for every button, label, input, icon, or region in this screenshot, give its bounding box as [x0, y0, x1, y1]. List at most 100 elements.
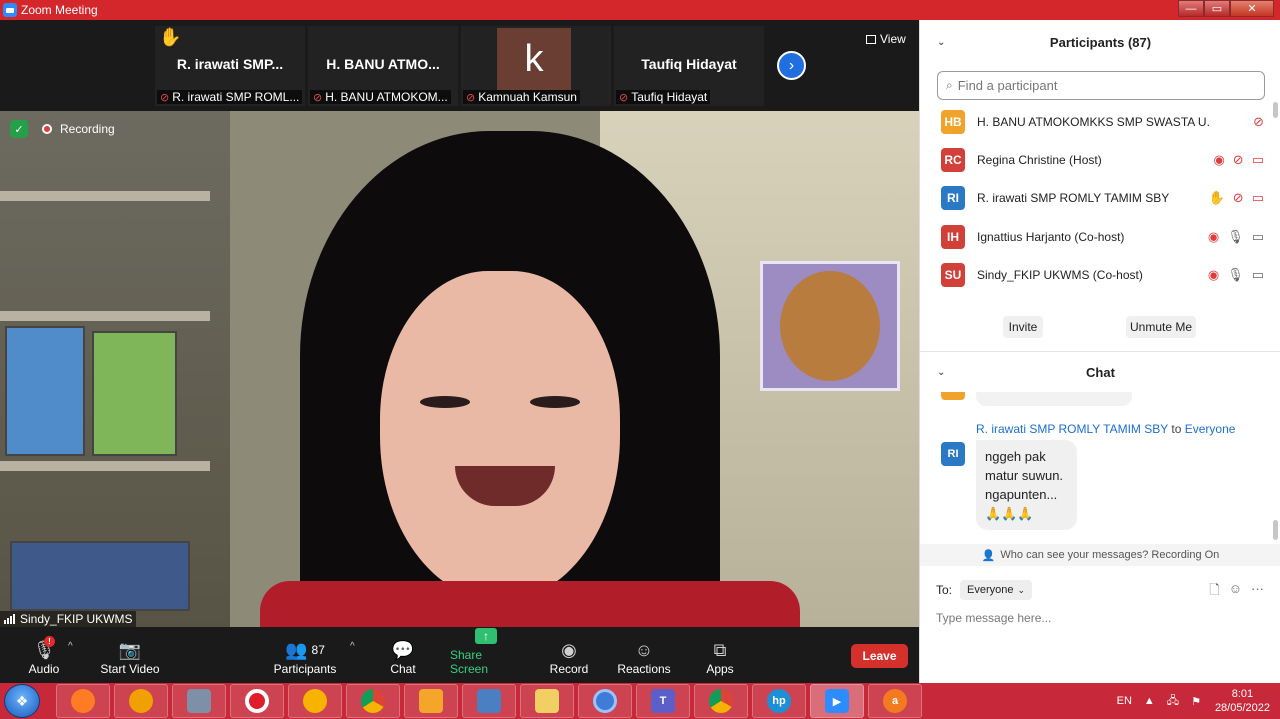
browser-taskbar-button[interactable] [114, 684, 168, 718]
zoom-logo-icon [3, 3, 17, 17]
view-button[interactable]: View [866, 32, 906, 46]
start-video-button[interactable]: 📷 Start Video [97, 627, 163, 683]
participant-tile[interactable]: H. BANU ATMO... ⊘ H. BANU ATMOKOM... [308, 26, 458, 106]
security-shield-icon[interactable]: ✓ [10, 120, 28, 138]
recording-indicator[interactable]: Recording [42, 122, 115, 136]
windows-start-icon[interactable]: ❖ [4, 684, 40, 718]
shelf [0, 311, 210, 321]
participant-row[interactable]: RC Regina Christine (Host) ◉ ⊘ ▭ [920, 141, 1270, 179]
audio-button[interactable]: 🎙 Audio [24, 627, 64, 683]
unmute-me-button[interactable]: Unmute Me [1126, 316, 1196, 338]
apps-button[interactable]: ⧉ Apps [700, 627, 740, 683]
firefox-taskbar-button[interactable] [56, 684, 110, 718]
chat-icon: 💬 [391, 639, 415, 660]
more-icon[interactable]: ··· [1251, 581, 1264, 603]
chat-to-word: to [1171, 422, 1182, 436]
avast-icon: a [883, 689, 907, 713]
participant-name: Regina Christine (Host) [977, 153, 1102, 167]
share-screen-button[interactable]: ↑ Share Screen [450, 627, 522, 683]
browser2-taskbar-button[interactable] [288, 684, 342, 718]
chrome-taskbar-button[interactable] [346, 684, 400, 718]
chat-visibility-note[interactable]: 👤 Who can see your messages? Recording O… [920, 544, 1280, 566]
chat-tools: 🗋 ☺ ··· [1200, 581, 1264, 603]
language-indicator[interactable]: EN [1117, 695, 1132, 707]
participants-button[interactable]: 👥 87 Participants [272, 627, 338, 683]
share-screen-icon: ↑ [475, 628, 497, 644]
avast-taskbar-button[interactable]: a [868, 684, 922, 718]
participant-tile[interactable]: ✋ R. irawati SMP... ⊘ R. irawati SMP ROM… [155, 26, 305, 106]
participant-name: R. irawati SMP ROMLY TAMIM SBY [977, 191, 1170, 205]
tile-caption: ⊘ Kamnuah Kamsun [463, 90, 580, 104]
tile-caption: ⊘ R. irawati SMP ROML... [157, 90, 303, 104]
tile-caption-text: H. BANU ATMOKOM... [325, 90, 448, 104]
chrome2-taskbar-button[interactable] [694, 684, 748, 718]
flag-tray-icon[interactable]: ⚑ [1191, 695, 1201, 708]
reactions-icon: ☺ [634, 639, 654, 660]
participants-count: 87 [311, 643, 325, 657]
mic-muted-icon: ⊘ [1232, 190, 1244, 205]
book [10, 541, 190, 611]
close-button[interactable]: ✕ [1230, 0, 1274, 17]
media-player-taskbar-button[interactable] [404, 684, 458, 718]
chat-label: Chat [390, 662, 416, 676]
participant-status: ◉ 🎙 ▭ [1200, 229, 1264, 245]
participant-tile[interactable]: Taufiq Hidayat ⊘ Taufiq Hidayat [614, 26, 764, 106]
play-icon [419, 689, 443, 713]
participant-row[interactable]: IH Ignattius Harjanto (Co-host) ◉ 🎙 ▭ [920, 218, 1270, 256]
opera-taskbar-button[interactable] [230, 684, 284, 718]
participant-search-input[interactable]: ⌕ Find a participant [937, 71, 1265, 100]
audio-options-chevron-icon[interactable]: ^ [68, 641, 73, 652]
hp-taskbar-button[interactable]: hp [752, 684, 806, 718]
chevron-down-icon: ⌄ [1017, 584, 1026, 595]
network-tray-icon[interactable]: 🖧 [1167, 692, 1179, 711]
record-button[interactable]: ◉ Record [546, 627, 592, 683]
shield-browser-icon [129, 689, 153, 713]
chat-sender[interactable]: R. irawati SMP ROMLY TAMIM SBY [976, 422, 1168, 436]
emoji-icon[interactable]: ☺ [1229, 581, 1242, 603]
participant-tile[interactable]: k ⊘ Kamnuah Kamsun [461, 26, 611, 106]
recipient-select[interactable]: Everyone ⌄ [960, 580, 1033, 600]
share-screen-label: Share Screen [450, 648, 489, 676]
video-off-icon: ▭ [1251, 190, 1264, 205]
chat-recipient[interactable]: Everyone [1185, 422, 1236, 436]
zoom-taskbar-button[interactable]: ▶ [810, 684, 864, 718]
teams-taskbar-button[interactable]: T [636, 684, 690, 718]
hp-icon: hp [767, 689, 791, 713]
tray-expand-icon[interactable]: ▲ [1144, 695, 1155, 707]
file-icon[interactable]: 🗋 [1209, 581, 1219, 603]
invite-button[interactable]: Invite [1003, 316, 1043, 338]
reactions-button[interactable]: ☺ Reactions [614, 627, 674, 683]
chromium-icon [593, 689, 617, 713]
mic-muted-icon: ⊘ [1253, 114, 1264, 129]
clock-time: 8:01 [1231, 688, 1254, 700]
collapse-chevron-icon[interactable]: ⌄ [937, 37, 945, 48]
participant-row[interactable]: RI R. irawati SMP ROMLY TAMIM SBY ✋ ⊘ ▭ [920, 179, 1270, 217]
clock[interactable]: 8:01 28/05/2022 [1215, 687, 1270, 715]
chromium-taskbar-button[interactable] [578, 684, 632, 718]
mic-icon: 🎙 [1227, 267, 1244, 282]
computer-taskbar-button[interactable] [172, 684, 226, 718]
next-page-button[interactable]: › [777, 51, 806, 80]
participant-row[interactable]: HB H. BANU ATMOKOMKKS SMP SWASTA U... (M… [920, 103, 1270, 141]
maximize-button[interactable]: ▭ [1204, 0, 1230, 17]
participant-row[interactable]: SU Sindy_FKIP UKWMS (Co-host) ◉ 🎙 ▭ [920, 256, 1270, 294]
network-taskbar-button[interactable] [462, 684, 516, 718]
collapse-chevron-icon[interactable]: ⌄ [937, 367, 945, 378]
leave-button[interactable]: Leave [851, 644, 908, 668]
chat-button[interactable]: 💬 Chat [380, 627, 426, 683]
participants-title: Participants (87) [1049, 34, 1152, 50]
participant-name: H. BANU ATMOKOMKKS SMP SWASTA U... (Me) [977, 115, 1209, 129]
chat-line: nggeh pak [985, 449, 1046, 464]
chat-message-bubble [976, 392, 1132, 406]
audio-label: Audio [28, 662, 60, 676]
participants-scrollbar[interactable] [1273, 102, 1278, 118]
video-off-icon: ▭ [1251, 152, 1264, 167]
minimize-button[interactable]: — [1178, 0, 1204, 17]
speaker-name-label: Sindy_FKIP UKWMS [0, 611, 137, 627]
chat-message-input[interactable] [936, 608, 1256, 628]
raised-hand-icon: ✋ [159, 27, 182, 47]
participants-options-chevron-icon[interactable]: ^ [350, 641, 355, 652]
chat-scrollbar[interactable] [1273, 520, 1278, 540]
title-bar: Zoom Meeting — ▭ ✕ [0, 0, 1280, 20]
explorer-taskbar-button[interactable] [520, 684, 574, 718]
